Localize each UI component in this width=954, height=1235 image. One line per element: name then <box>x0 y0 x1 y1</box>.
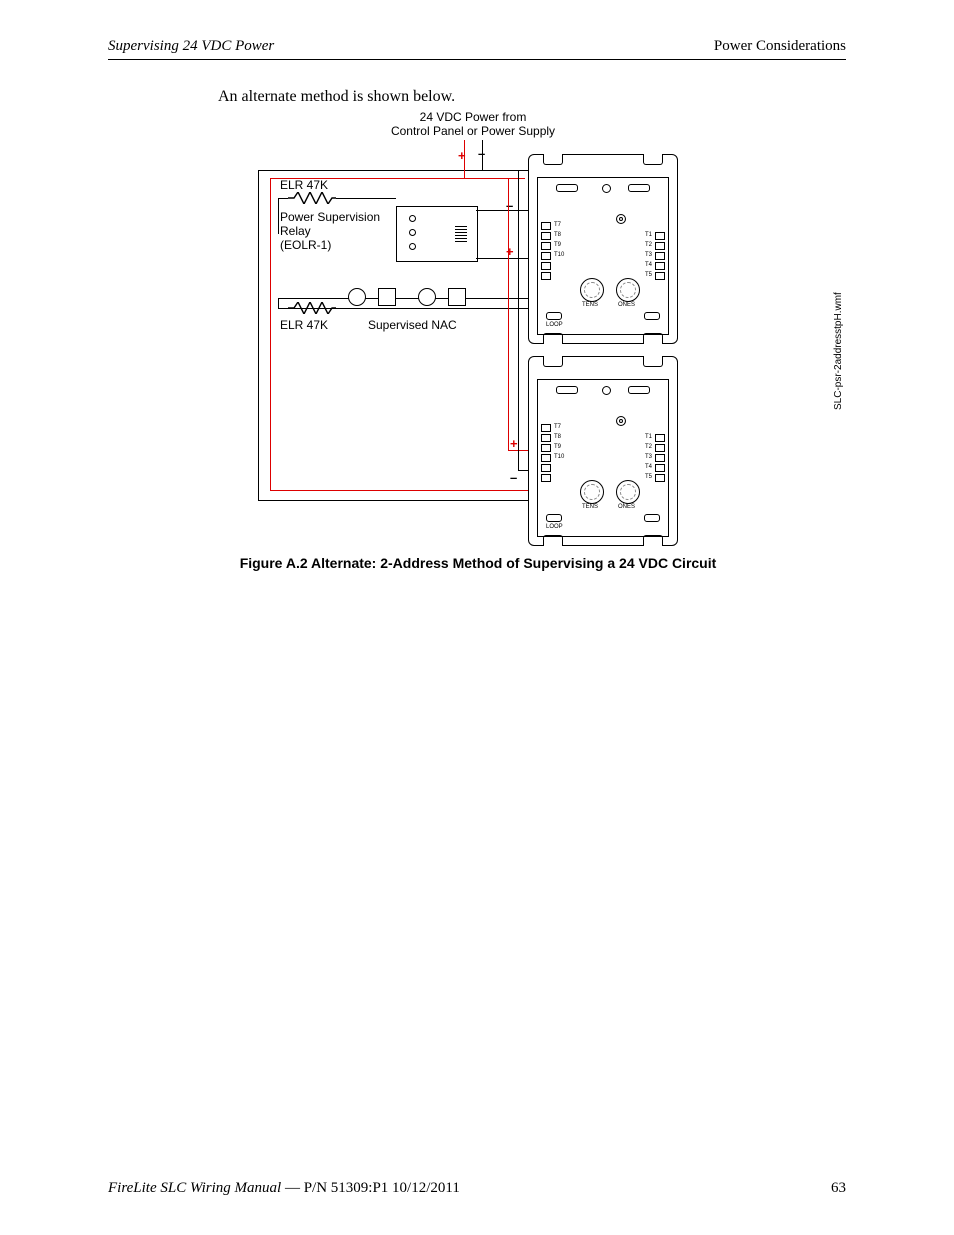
term-t4: T4 <box>645 262 652 268</box>
supervised-nac-label: Supervised NAC <box>368 318 457 332</box>
term-t3: T3 <box>645 454 652 460</box>
term-t1: T1 <box>645 232 652 238</box>
term-t9: T9 <box>554 242 561 248</box>
term-t5: T5 <box>645 272 652 278</box>
power-source-label-2: Control Panel or Power Supply <box>373 124 573 138</box>
nac-device-icon <box>418 288 436 306</box>
term-t4: T4 <box>645 464 652 470</box>
relay-label-1: Power Supervision <box>280 210 380 224</box>
rotary-tens-label: TENS <box>582 302 598 308</box>
rotary-ones-label: ONES <box>618 302 635 308</box>
rotary-ones-icon <box>616 480 640 504</box>
nac-device-icon <box>378 288 396 306</box>
elr-top-label: ELR 47K <box>280 178 328 192</box>
figure-source-filename: SLC-psr-2addresstpH.wmf <box>833 260 844 410</box>
term-t1: T1 <box>645 434 652 440</box>
nac-device-icon <box>448 288 466 306</box>
relay-label-3: (EOLR-1) <box>280 238 331 252</box>
footer-manual-title: FireLite SLC Wiring Manual <box>108 1180 281 1196</box>
rotary-tens-label: TENS <box>582 504 598 510</box>
header-section-title: Supervising 24 VDC Power <box>108 38 274 55</box>
term-t7: T7 <box>554 222 561 228</box>
footer-page-number: 63 <box>831 1180 846 1197</box>
loop-label: LOOP <box>546 524 563 530</box>
elr-bottom-label: ELR 47K <box>280 318 328 332</box>
term-t10: T10 <box>554 252 564 258</box>
power-source-label-1: 24 VDC Power from <box>373 110 573 124</box>
loop-label: LOOP <box>546 322 563 328</box>
page-header: Supervising 24 VDC Power Power Considera… <box>108 38 846 60</box>
rotary-ones-icon <box>616 278 640 302</box>
module-cmf300: T7 T8 T9 T10 T1 T2 T3 T4 T5 <box>528 154 678 344</box>
term-t10: T10 <box>554 454 564 460</box>
rotary-ones-label: ONES <box>618 504 635 510</box>
rotary-tens-icon <box>580 278 604 302</box>
rotary-tens-icon <box>580 480 604 504</box>
relay-label-2: Relay <box>280 224 311 238</box>
footer-separator: — <box>281 1180 304 1196</box>
resistor-icon <box>288 192 336 204</box>
figure-a2-diagram: 24 VDC Power from Control Panel or Power… <box>218 110 838 560</box>
module-mmf300: T7 T8 T9 T10 T1 T2 T3 T4 T5 TENS <box>528 356 678 546</box>
term-t8: T8 <box>554 434 561 440</box>
term-t2: T2 <box>645 444 652 450</box>
polarity-plus-lower: + <box>510 436 518 451</box>
polarity-minus-lower: – <box>510 470 517 485</box>
header-chapter-title: Power Considerations <box>714 38 846 55</box>
term-t7: T7 <box>554 424 561 430</box>
intro-paragraph: An alternate method is shown below. <box>218 88 455 106</box>
term-t8: T8 <box>554 232 561 238</box>
figure-caption: Figure A.2 Alternate: 2-Address Method o… <box>218 555 738 571</box>
nac-device-icon <box>348 288 366 306</box>
footer-part-number: P/N 51309:P1 10/12/2011 <box>304 1180 460 1196</box>
page-footer: FireLite SLC Wiring Manual — P/N 51309:P… <box>108 1180 846 1197</box>
term-t3: T3 <box>645 252 652 258</box>
relay-box <box>396 206 478 262</box>
resistor-icon <box>288 302 336 314</box>
term-t9: T9 <box>554 444 561 450</box>
term-t5: T5 <box>645 474 652 480</box>
term-t2: T2 <box>645 242 652 248</box>
